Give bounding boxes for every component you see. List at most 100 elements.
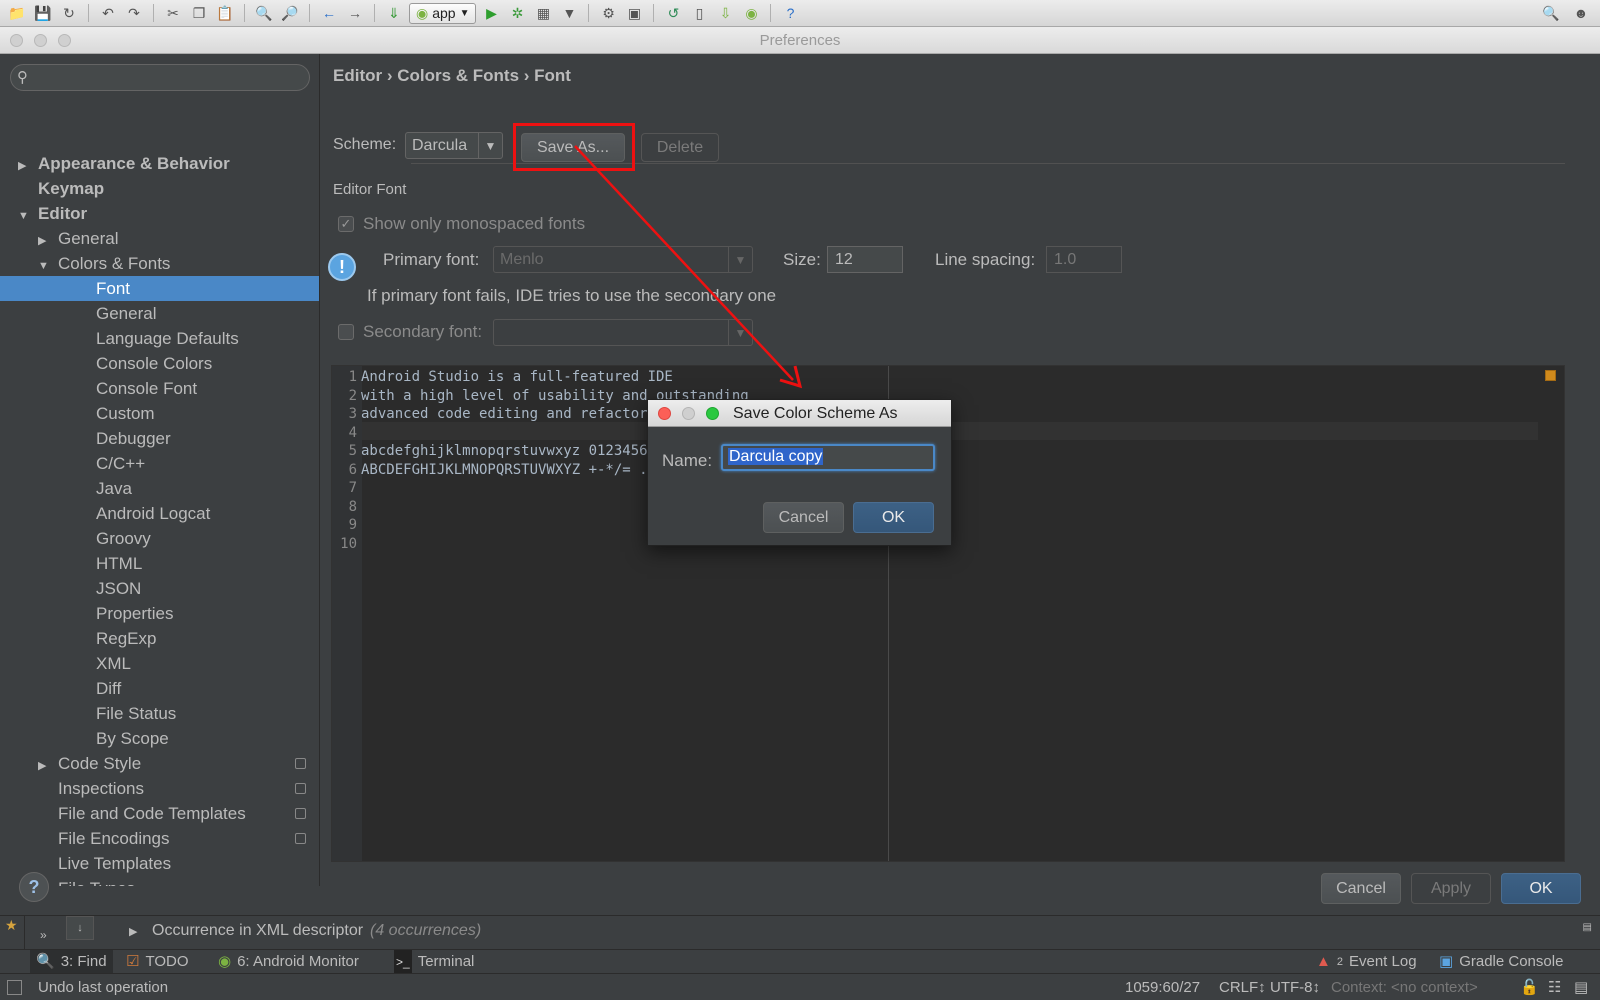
sidebar-item[interactable]: Language Defaults (0, 326, 319, 351)
sidebar-item[interactable]: Diff (0, 676, 319, 701)
sidebar-item[interactable]: ▶ Appearance & Behavior (0, 151, 319, 176)
sidebar-item[interactable]: Console Font (0, 376, 319, 401)
sidebar-item[interactable]: ▼ Editor (0, 201, 319, 226)
dialog-zoom-button[interactable] (706, 407, 719, 420)
line-spacing-input[interactable]: 1.0 (1046, 246, 1122, 273)
delete-button[interactable]: Delete (641, 133, 719, 162)
error-stripe-marker[interactable] (1545, 370, 1556, 381)
undo-icon[interactable]: ↶ (97, 3, 119, 23)
cut-icon[interactable]: ✂ (162, 3, 184, 23)
scrollbar-icon[interactable]: ▤ (1583, 922, 1592, 933)
sidebar-item[interactable]: Android Logcat (0, 501, 319, 526)
minimize-window-button[interactable] (34, 34, 47, 47)
sync-gradle-icon[interactable]: ↺ (662, 3, 684, 23)
zoom-window-button[interactable] (58, 34, 71, 47)
secondary-font-select[interactable]: ▼ (493, 319, 753, 346)
tab-gradle-console[interactable]: ▣ Gradle Console (1433, 950, 1569, 974)
forward-icon[interactable]: → (344, 3, 366, 23)
search-everywhere-icon[interactable]: 🔍 (1540, 3, 1562, 23)
sidebar-item[interactable]: Custom (0, 401, 319, 426)
sidebar-item[interactable]: C/C++ (0, 451, 319, 476)
coverage-icon[interactable]: ▦ (532, 3, 554, 23)
sidebar-item[interactable]: Groovy (0, 526, 319, 551)
project-structure-icon[interactable]: ▣ (623, 3, 645, 23)
favorites-star-icon[interactable]: ★ (5, 917, 18, 934)
expand-arrow-icon[interactable]: ▶ (129, 925, 137, 938)
open-folder-icon[interactable]: 📁 (6, 3, 28, 23)
sidebar-item-label: Console Font (96, 379, 198, 398)
scheme-name-input[interactable]: Darcula copy (721, 444, 935, 471)
android-device-monitor-icon[interactable]: ◉ (740, 3, 762, 23)
save-all-icon[interactable]: 💾 (32, 3, 54, 23)
sidebar-item[interactable]: File and Code Templates (0, 801, 319, 826)
tab-terminal[interactable]: >_ Terminal (388, 950, 480, 974)
sort-icon[interactable]: ↓ (66, 916, 94, 940)
font-size-input[interactable]: 12 (827, 246, 903, 273)
memory-indicator-icon[interactable]: ▤ (1574, 974, 1588, 1000)
expand-icon[interactable]: » (40, 928, 47, 942)
cancel-button[interactable]: Cancel (1321, 873, 1401, 904)
make-project-icon[interactable]: ⇓ (383, 3, 405, 23)
dialog-minimize-button[interactable] (682, 407, 695, 420)
sidebar-item[interactable]: JSON (0, 576, 319, 601)
tab-android-monitor[interactable]: ◉ 6: Android Monitor (212, 950, 365, 974)
sidebar-item[interactable]: RegExp (0, 626, 319, 651)
apply-button[interactable]: Apply (1411, 873, 1491, 904)
sidebar-item[interactable]: ▶ Code Style (0, 751, 319, 776)
sdk-manager-icon[interactable]: ⇩ (714, 3, 736, 23)
primary-font-select[interactable]: Menlo ▼ (493, 246, 753, 273)
sidebar-item[interactable]: ▶ General (0, 226, 319, 251)
sidebar-item[interactable]: Font (0, 276, 319, 301)
back-icon[interactable]: ← (318, 3, 340, 23)
ok-button[interactable]: OK (1501, 873, 1581, 904)
show-monospaced-checkbox[interactable]: ✓ (338, 216, 354, 232)
file-encoding[interactable]: UTF-8↕ (1270, 974, 1320, 1000)
sidebar-item[interactable]: XML (0, 651, 319, 676)
sync-icon[interactable]: ↻ (58, 3, 80, 23)
sidebar-item[interactable]: Debugger (0, 426, 319, 451)
sidebar-item[interactable]: Inspections (0, 776, 319, 801)
help-icon[interactable]: ? (779, 3, 801, 23)
sidebar-item[interactable]: Keymap (0, 176, 319, 201)
tab-find[interactable]: 🔍 3: Find (30, 950, 113, 974)
settings-icon[interactable]: ⚙ (597, 3, 619, 23)
sidebar-item[interactable]: Live Templates (0, 851, 319, 876)
sidebar-item[interactable]: General (0, 301, 319, 326)
paste-icon[interactable]: 📋 (214, 3, 236, 23)
tab-event-log[interactable]: ▲ 2 Event Log (1310, 950, 1423, 974)
sidebar-item[interactable]: File Status (0, 701, 319, 726)
sidebar-item[interactable]: Java (0, 476, 319, 501)
copy-icon[interactable]: ❐ (188, 3, 210, 23)
secondary-font-checkbox[interactable] (338, 324, 354, 340)
run-configuration-select[interactable]: ◉ app ▼ (409, 2, 477, 24)
sidebar-item[interactable]: File Encodings (0, 826, 319, 851)
lock-icon[interactable]: 🔓 (1520, 974, 1539, 1000)
sidebar-item[interactable]: Console Colors (0, 351, 319, 376)
scheme-select[interactable]: Darcula ▼ (405, 132, 503, 159)
find-result-label[interactable]: Occurrence in XML descriptor (152, 922, 363, 940)
sidebar-item[interactable]: Properties (0, 601, 319, 626)
replace-icon[interactable]: 🔎 (279, 3, 301, 23)
sidebar-item[interactable]: HTML (0, 551, 319, 576)
user-icon[interactable]: ☻ (1570, 3, 1592, 23)
find-icon[interactable]: 🔍 (253, 3, 275, 23)
settings-search-input[interactable] (37, 67, 301, 88)
inspector-icon[interactable]: ☷ (1548, 974, 1561, 1000)
line-separator[interactable]: CRLF↕ (1219, 974, 1266, 1000)
dialog-close-button[interactable] (658, 407, 671, 420)
avd-manager-icon[interactable]: ▯ (688, 3, 710, 23)
redo-icon[interactable]: ↷ (123, 3, 145, 23)
tool-windows-toggle-icon[interactable] (7, 980, 22, 995)
help-button[interactable]: ? (19, 872, 49, 902)
sidebar-item[interactable]: By Scope (0, 726, 319, 751)
dialog-ok-button[interactable]: OK (853, 502, 934, 533)
debug-icon[interactable]: ✲ (506, 3, 528, 23)
sidebar-item[interactable]: ▼ Colors & Fonts (0, 251, 319, 276)
run-icon[interactable]: ▶ (480, 3, 502, 23)
dialog-cancel-button[interactable]: Cancel (763, 502, 844, 533)
settings-search-box[interactable]: ⚲ (10, 64, 310, 91)
caret-position[interactable]: 1059:60/27 (1125, 974, 1200, 1000)
close-window-button[interactable] (10, 34, 23, 47)
attach-debugger-icon[interactable]: ▼ (558, 3, 580, 23)
tab-todo[interactable]: ☑ TODO (120, 950, 195, 974)
